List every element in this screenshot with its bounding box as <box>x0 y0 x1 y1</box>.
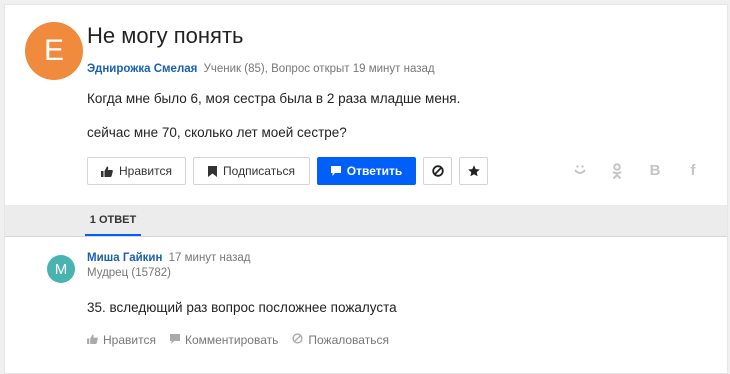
thumbs-up-icon <box>87 333 98 347</box>
share-buttons: В f <box>573 163 699 183</box>
answer-meta: Миша Гайкин 17 минут назад <box>87 252 251 264</box>
vk-share-icon[interactable]: В <box>649 163 661 183</box>
question-body: Когда мне было 6, моя сестра была в 2 ра… <box>87 89 460 143</box>
answer-like-button[interactable]: Нравится <box>87 333 156 347</box>
answer-actions: Нравится Комментировать Пожаловаться <box>87 333 389 347</box>
comment-icon <box>330 166 341 176</box>
answer-like-label: Нравится <box>103 333 156 347</box>
answer-comment-button[interactable]: Комментировать <box>169 333 279 347</box>
question-text-line: сейчас мне 70, сколько лет моей сестре? <box>87 125 347 140</box>
question-actions: Нравится Подписаться Ответить <box>87 157 488 185</box>
answer-report-button[interactable]: Пожаловаться <box>292 333 389 347</box>
question-meta: Эднирожка Смелая Ученик (85), Вопрос отк… <box>87 63 435 75</box>
author-rank: Ученик (85), <box>203 63 268 75</box>
report-button[interactable] <box>423 157 452 185</box>
ok-share-icon[interactable] <box>611 163 623 183</box>
answer-author-avatar[interactable]: М <box>47 255 75 283</box>
author-name-link[interactable]: Эднирожка Смелая <box>87 63 197 75</box>
question-text-line: Когда мне было 6, моя сестра была в 2 ра… <box>87 91 461 106</box>
star-icon <box>467 165 480 177</box>
favorite-button[interactable] <box>459 157 488 185</box>
question-opened-time: Вопрос открыт 19 минут назад <box>271 63 435 75</box>
answer-author-link[interactable]: Миша Гайкин <box>87 252 162 264</box>
thumbs-up-icon <box>101 166 113 177</box>
question-card: Е Не могу понять Эднирожка Смелая Ученик… <box>4 4 728 374</box>
prohibit-icon <box>292 333 303 347</box>
bookmark-icon <box>208 165 218 177</box>
like-button[interactable]: Нравится <box>87 157 186 185</box>
answer-time: 17 минут назад <box>168 252 251 264</box>
answer-button[interactable]: Ответить <box>317 157 416 185</box>
author-avatar[interactable]: Е <box>25 22 83 80</box>
answer-comment-label: Комментировать <box>184 333 279 347</box>
answers-tabbar: 1 ОТВЕТ <box>5 205 727 237</box>
prohibit-icon <box>431 165 444 177</box>
answer-label: Ответить <box>346 164 403 178</box>
answer-author-rank: Мудрец (15782) <box>87 267 171 279</box>
answer-report-label: Пожаловаться <box>308 333 389 347</box>
like-label: Нравится <box>119 164 172 178</box>
comment-icon <box>169 333 180 347</box>
smile-icon[interactable] <box>573 163 586 183</box>
facebook-share-icon[interactable]: f <box>687 163 699 183</box>
answer-text: 35. вследющий раз вопрос посложнее пожал… <box>87 300 397 315</box>
tab-answers[interactable]: 1 ОТВЕТ <box>85 205 141 236</box>
subscribe-button[interactable]: Подписаться <box>193 157 310 185</box>
question-title: Не могу понять <box>87 23 244 48</box>
subscribe-label: Подписаться <box>223 164 295 178</box>
